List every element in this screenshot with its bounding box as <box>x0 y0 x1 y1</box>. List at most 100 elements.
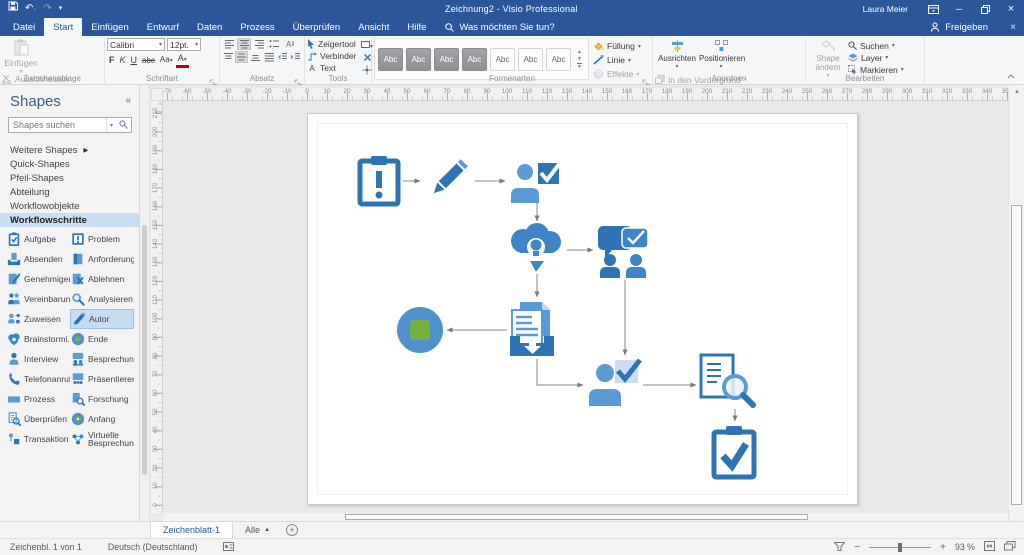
sheet-filter[interactable]: Alle▲ <box>233 525 282 535</box>
tab-datei[interactable]: Datei <box>4 18 44 36</box>
ribbon-close-icon[interactable]: × <box>1002 18 1024 36</box>
node-author-pencil[interactable] <box>430 159 467 196</box>
restore-button[interactable] <box>972 0 998 18</box>
shape-style-tile[interactable]: Abc <box>490 48 515 71</box>
zoom-slider[interactable] <box>869 547 931 548</box>
shapes-search-box[interactable]: ▾ <box>8 117 132 133</box>
align-middle-button[interactable] <box>235 51 248 63</box>
align-button[interactable]: Ausrichten ▾ <box>655 38 699 72</box>
position-button[interactable]: Positionieren ▾ <box>699 38 743 72</box>
dropdown-arrow-icon[interactable]: ▾ <box>106 118 116 132</box>
shape-style-tile[interactable]: Abc <box>462 48 487 71</box>
stencil-quick-shapes[interactable]: Quick-Shapes <box>0 157 140 171</box>
collapse-panel-icon[interactable]: « <box>125 95 131 106</box>
gallery-up-icon[interactable]: ▲ <box>577 49 582 55</box>
scroll-up-icon[interactable]: ▲ <box>1009 85 1024 99</box>
undo-button[interactable]: ↶▾ <box>25 0 36 19</box>
stencil-abteilung[interactable]: Abteilung <box>0 185 140 199</box>
shape-item-autor[interactable]: Autor <box>70 309 134 329</box>
dialog-launcher-icon[interactable] <box>209 74 218 83</box>
shape-item-problem[interactable]: Problem <box>70 229 134 249</box>
tab-überprüfen[interactable]: Überprüfen <box>284 18 350 36</box>
vertical-scrollbar[interactable]: ▲ <box>1008 85 1024 521</box>
align-top-button[interactable] <box>222 51 234 63</box>
font-size-select[interactable]: 12pt.▾ <box>167 38 201 51</box>
node-review-document-magnifier[interactable] <box>701 355 753 405</box>
find-button[interactable]: Suchen ▾ <box>848 40 904 51</box>
shape-item-telefonanruf[interactable]: Telefonanruf <box>6 369 70 389</box>
zoom-level[interactable]: 93 % <box>955 542 975 552</box>
tell-me-search[interactable]: Was möchten Sie tun? <box>435 18 564 36</box>
tab-start[interactable]: Start <box>44 18 82 36</box>
tab-prozess[interactable]: Prozess <box>231 18 283 36</box>
node-assign-person-check[interactable] <box>511 163 560 203</box>
connector-tool-button[interactable]: Verbinder <box>307 50 356 62</box>
tab-einfügen[interactable]: Einfügen <box>82 18 138 36</box>
shape-item-interview[interactable]: Interview <box>6 349 70 369</box>
italic-button[interactable]: K <box>118 54 128 67</box>
shape-item-überprüfen[interactable]: Überprüfen <box>6 409 70 429</box>
shape-item-prozess[interactable]: Prozess <box>6 389 70 409</box>
panel-scrollbar[interactable] <box>140 85 150 521</box>
horizontal-scrollbar[interactable] <box>163 513 1008 521</box>
tab-ansicht[interactable]: Ansicht <box>349 18 398 36</box>
node-meeting-bubbles[interactable] <box>598 226 648 278</box>
shape-item-forschung[interactable]: Forschung <box>70 389 134 409</box>
tab-entwurf[interactable]: Entwurf <box>138 18 188 36</box>
line-button[interactable]: Linie▾ <box>593 54 641 66</box>
align-left-button[interactable] <box>222 38 236 50</box>
shape-item-anforderung[interactable]: Anforderung <box>70 249 134 269</box>
redo-button[interactable]: ↷ <box>43 0 51 18</box>
close-button[interactable]: × <box>998 0 1024 18</box>
node-brainstorm-cloud[interactable] <box>511 223 561 272</box>
change-case-button[interactable]: Aa▾ <box>158 53 175 68</box>
language-status[interactable]: Deutsch (Deutschland) <box>108 542 197 552</box>
shape-style-tile[interactable]: Abc <box>406 48 431 71</box>
shape-item-virtuelle-besprechung[interactable]: Virtuelle Besprechung <box>70 429 134 449</box>
presentation-mode-icon[interactable] <box>834 542 845 553</box>
stencil-workflowobjekte[interactable]: Workflowobjekte <box>0 199 140 213</box>
tab-hilfe[interactable]: Hilfe <box>398 18 435 36</box>
shape-item-brainstormi[interactable]: Brainstormi... <box>6 329 70 349</box>
shape-item-ablehnen[interactable]: Ablehnen <box>70 269 134 289</box>
pointer-tool-button[interactable]: Zeigertool <box>307 38 356 50</box>
switch-windows-icon[interactable] <box>1004 541 1016 553</box>
zoom-out-button[interactable]: − <box>854 542 860 553</box>
collapse-ribbon-icon[interactable] <box>1004 71 1018 81</box>
font-family-select[interactable]: Calibri▾ <box>107 38 165 51</box>
stencil-weitere-shapes[interactable]: Weitere Shapes▶ <box>0 143 140 157</box>
node-task-clipboard-check[interactable] <box>714 426 754 477</box>
fill-button[interactable]: Füllung▾ <box>593 40 641 52</box>
align-right-button[interactable] <box>252 38 266 50</box>
search-icon[interactable] <box>116 116 131 134</box>
save-icon[interactable] <box>8 0 18 18</box>
text-direction-button[interactable]: A <box>282 38 296 50</box>
node-problem-clipboard[interactable] <box>360 156 398 204</box>
sheet-tab[interactable]: Zeichenblatt-1 <box>150 522 233 538</box>
share-button[interactable]: Freigeben <box>930 18 1002 36</box>
bold-button[interactable]: F <box>107 54 117 67</box>
underline-button[interactable]: U <box>129 54 140 67</box>
shape-style-tile[interactable]: Abc <box>546 48 571 71</box>
shape-style-tile[interactable]: Abc <box>518 48 543 71</box>
node-end-circle[interactable] <box>397 307 443 353</box>
strikethrough-button[interactable]: abc <box>140 54 157 67</box>
add-sheet-button[interactable]: + <box>286 524 298 536</box>
shape-item-ende[interactable]: Ende <box>70 329 134 349</box>
ribbon-display-options-icon[interactable] <box>920 0 946 18</box>
dialog-launcher-icon[interactable] <box>294 74 303 83</box>
decrease-indent-button[interactable] <box>276 51 288 63</box>
horizontal-scroll-thumb[interactable] <box>345 514 808 520</box>
stencil-pfeil-shapes[interactable]: Pfeil-Shapes <box>0 171 140 185</box>
shape-item-besprechung[interactable]: Besprechung <box>70 349 134 369</box>
shapes-search-input[interactable] <box>9 120 106 130</box>
qat-customize-icon[interactable]: ▾ <box>59 0 63 18</box>
connector[interactable] <box>537 359 583 385</box>
tab-daten[interactable]: Daten <box>188 18 231 36</box>
vertical-scroll-thumb[interactable] <box>1011 205 1022 505</box>
align-center-button[interactable] <box>237 38 251 50</box>
macro-record-icon[interactable] <box>223 542 234 553</box>
zoom-slider-thumb[interactable] <box>898 543 902 552</box>
fit-page-icon[interactable] <box>984 541 995 553</box>
shape-item-präsentieren[interactable]: Präsentieren <box>70 369 134 389</box>
